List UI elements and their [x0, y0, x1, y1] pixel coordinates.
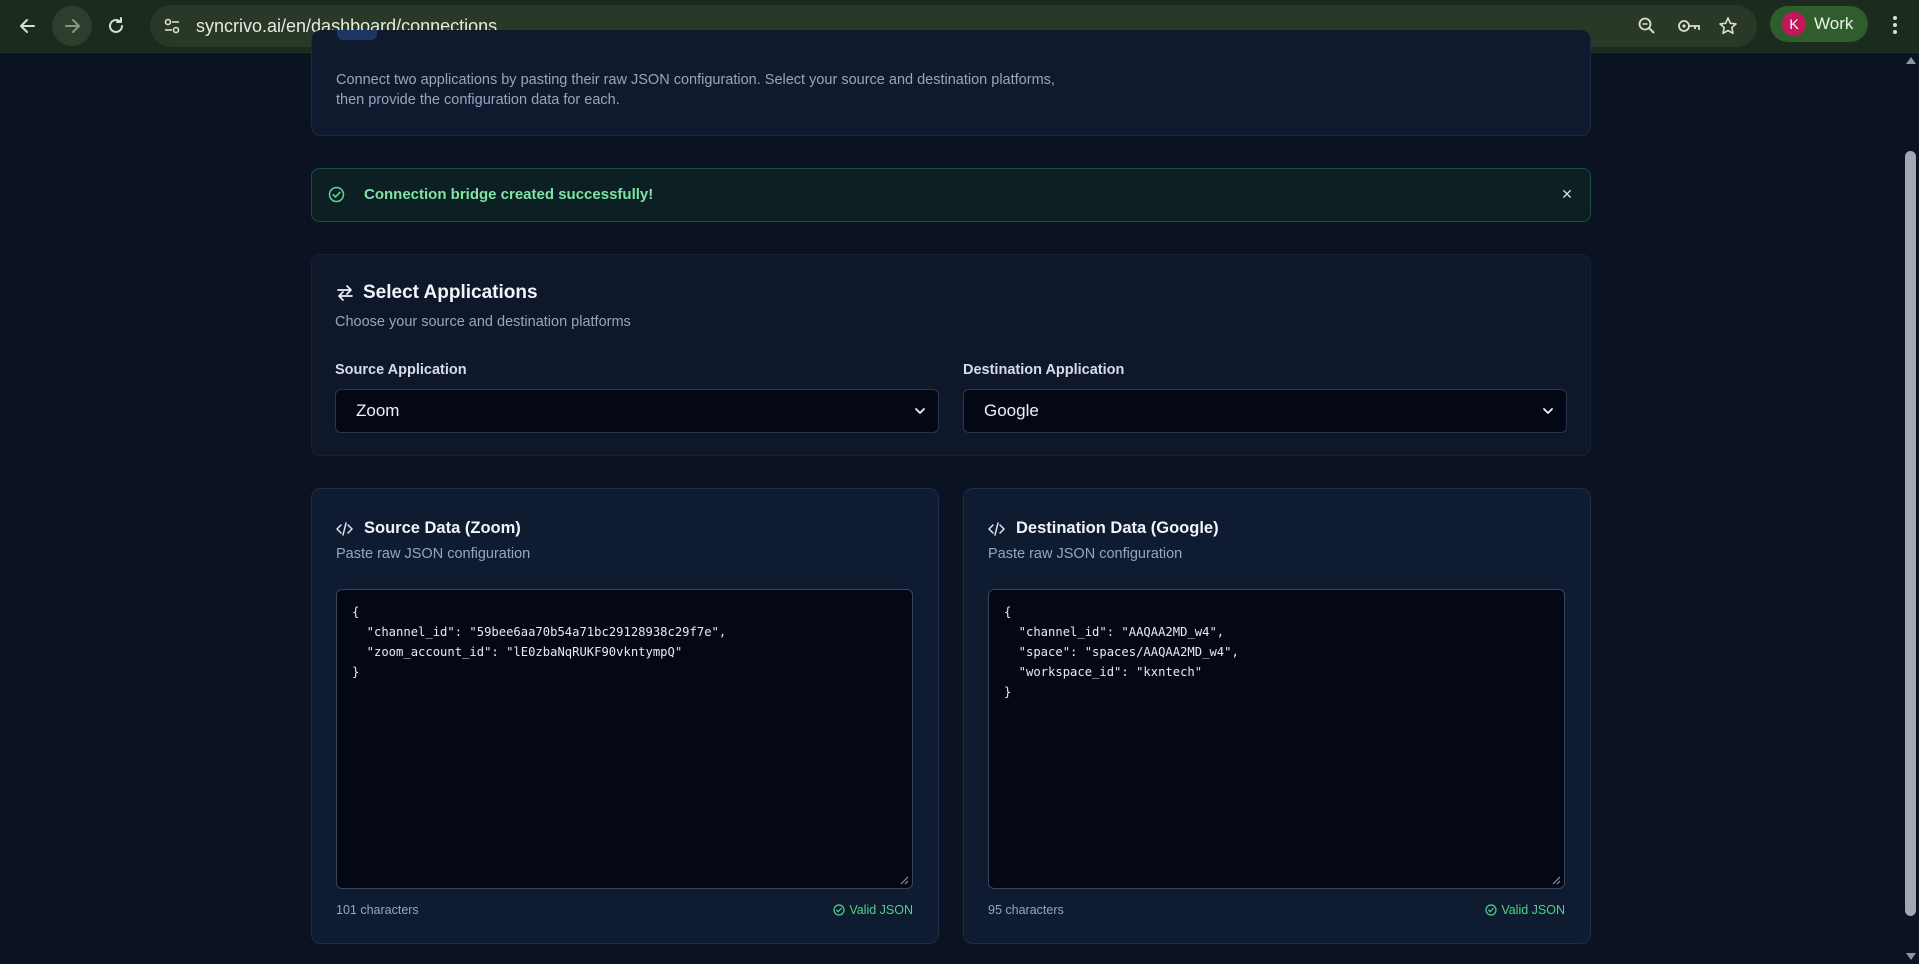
- source-data-card: Source Data (Zoom) Paste raw JSON config…: [311, 488, 939, 944]
- alert-message: Connection bridge created successfully!: [364, 186, 654, 203]
- success-alert: Connection bridge created successfully! …: [311, 168, 1591, 222]
- swap-arrows-icon: [337, 285, 353, 301]
- destination-label: Destination Application: [963, 362, 1125, 378]
- section-title: Select Applications: [363, 282, 538, 303]
- forward-button[interactable]: [52, 6, 92, 46]
- code-icon: [988, 522, 1005, 536]
- reload-button[interactable]: [96, 6, 136, 46]
- destination-data-subtitle: Paste raw JSON configuration: [988, 546, 1183, 562]
- page-header-card: Connect two applications by pasting thei…: [311, 30, 1591, 136]
- source-data-title: Source Data (Zoom): [364, 519, 521, 537]
- source-json-textarea[interactable]: { "channel_id": "59bee6aa70b54a71bc29128…: [336, 589, 913, 889]
- destination-select-value: Google: [984, 401, 1039, 420]
- scroll-up-icon[interactable]: [1906, 57, 1916, 64]
- destination-select[interactable]: Google: [963, 389, 1567, 433]
- source-select-value: Zoom: [356, 401, 400, 420]
- destination-json-textarea[interactable]: { "channel_id": "AAQAA2MD_w4", "space": …: [988, 589, 1565, 889]
- section-subtitle: Choose your source and destination platf…: [335, 314, 631, 330]
- header-icon: [337, 30, 377, 40]
- chevron-down-icon: [1543, 408, 1553, 414]
- source-char-count: 101 characters: [336, 903, 419, 917]
- source-label: Source Application: [335, 362, 467, 378]
- zoom-icon[interactable]: [1637, 16, 1657, 36]
- destination-data-title: Destination Data (Google): [1016, 519, 1219, 537]
- profile-button[interactable]: K Work: [1770, 6, 1868, 42]
- resize-handle-icon[interactable]: [900, 876, 909, 885]
- page-description: Connect two applications by pasting thei…: [336, 72, 1055, 108]
- avatar: K: [1782, 12, 1806, 36]
- code-icon: [336, 522, 353, 536]
- select-applications-card: Select Applications Choose your source a…: [311, 254, 1591, 456]
- check-circle-icon: [328, 186, 345, 203]
- source-valid-badge: Valid JSON: [833, 903, 913, 917]
- back-button[interactable]: [8, 6, 48, 46]
- star-icon[interactable]: [1718, 16, 1738, 36]
- profile-name: Work: [1814, 14, 1854, 33]
- reload-icon: [109, 17, 123, 33]
- arrow-left-icon: [20, 19, 35, 33]
- alert-close-button[interactable]: ✕: [1556, 183, 1578, 205]
- destination-valid-badge: Valid JSON: [1485, 903, 1565, 917]
- source-data-subtitle: Paste raw JSON configuration: [336, 546, 531, 562]
- destination-data-card: Destination Data (Google) Paste raw JSON…: [963, 488, 1591, 944]
- check-circle-icon: [1485, 904, 1497, 916]
- resize-handle-icon[interactable]: [1552, 876, 1561, 885]
- check-circle-icon: [833, 904, 845, 916]
- source-json-content[interactable]: { "channel_id": "59bee6aa70b54a71bc29128…: [352, 602, 726, 682]
- scroll-down-icon[interactable]: [1906, 953, 1916, 960]
- more-vert-icon[interactable]: [1880, 10, 1910, 40]
- key-icon[interactable]: [1677, 16, 1701, 36]
- destination-char-count: 95 characters: [988, 903, 1064, 917]
- arrow-right-icon: [65, 19, 80, 33]
- source-select[interactable]: Zoom: [335, 389, 939, 433]
- scrollbar-thumb[interactable]: [1905, 151, 1916, 916]
- site-settings-icon[interactable]: [162, 16, 182, 36]
- page-scrollbar[interactable]: [1902, 53, 1919, 964]
- destination-json-content[interactable]: { "channel_id": "AAQAA2MD_w4", "space": …: [1004, 602, 1239, 702]
- chevron-down-icon: [915, 408, 925, 414]
